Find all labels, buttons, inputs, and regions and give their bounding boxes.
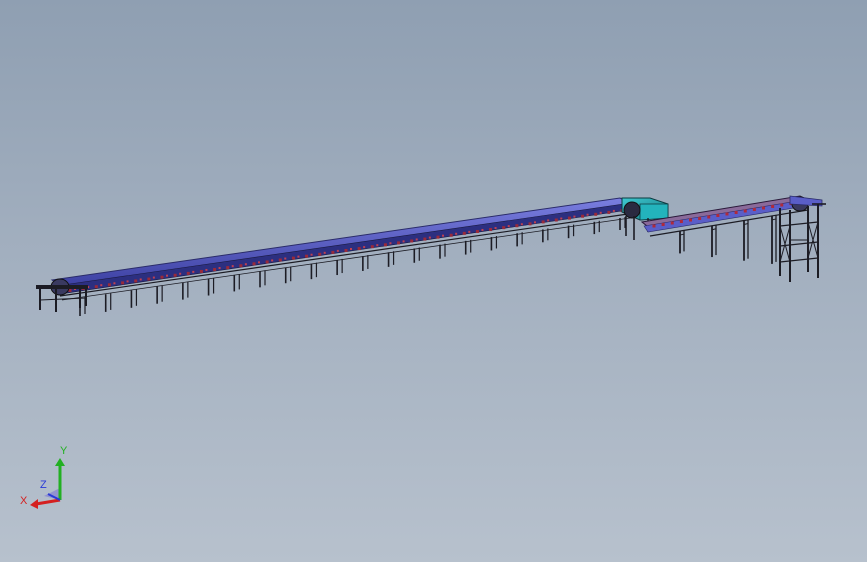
main-conveyor-belt[interactable] — [50, 197, 638, 301]
x-axis-arrow-icon — [30, 499, 38, 509]
coordinate-triad: Y Z X — [20, 445, 68, 509]
y-axis-arrow-icon — [55, 458, 65, 466]
z-axis-label: Z — [40, 479, 47, 491]
x-axis-label: X — [20, 495, 28, 507]
y-axis-label: Y — [60, 445, 68, 457]
graphics-viewport[interactable]: Y Z X — [0, 0, 867, 562]
x-axis-line — [35, 498, 61, 506]
conveyor-assembly-model[interactable] — [0, 0, 867, 562]
